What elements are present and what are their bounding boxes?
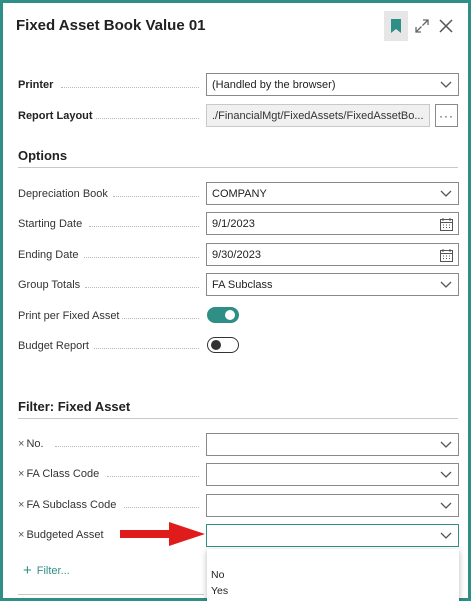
- ending-date-value: 9/30/2023: [212, 248, 261, 261]
- plus-icon: +: [23, 562, 32, 579]
- report-layout-value: ./FinancialMgt/FixedAssets/FixedAssetBo.…: [212, 109, 424, 122]
- budget-report-dots: [94, 348, 199, 349]
- dialog-title: Fixed Asset Book Value 01: [16, 17, 206, 34]
- depreciation-book-dots: [113, 196, 199, 197]
- chevron-down-icon: [439, 187, 453, 201]
- print-per-fixed-asset-label: Print per Fixed Asset: [18, 310, 120, 322]
- options-divider: [18, 167, 458, 168]
- printer-label: Printer: [18, 79, 54, 91]
- expand-button[interactable]: [410, 11, 434, 41]
- bookmark-button[interactable]: [384, 11, 408, 41]
- dropdown-option-yes[interactable]: Yes: [211, 585, 228, 597]
- chevron-down-icon: [439, 529, 453, 543]
- expand-icon: [415, 19, 429, 33]
- report-request-dialog: Fixed Asset Book Value 01 Printer (Handl…: [0, 0, 471, 601]
- clear-filter-icon[interactable]: ×: [18, 468, 24, 480]
- ending-date-dots: [84, 257, 199, 258]
- printer-dots: [61, 87, 199, 88]
- depreciation-book-label: Depreciation Book: [18, 188, 108, 200]
- filter-fa-subclass-dots: [124, 507, 199, 508]
- filter-budgeted-asset-label: × Budgeted Asset: [18, 529, 104, 541]
- close-icon: [439, 19, 453, 33]
- calendar-icon[interactable]: [439, 248, 453, 262]
- bottom-divider: [18, 594, 204, 595]
- group-totals-value: FA Subclass: [212, 278, 273, 291]
- calendar-icon[interactable]: [439, 217, 453, 231]
- bookmark-icon: [391, 19, 401, 33]
- starting-date-input[interactable]: 9/1/2023: [206, 212, 459, 235]
- depreciation-book-select[interactable]: COMPANY: [206, 182, 459, 205]
- group-totals-dots: [85, 287, 199, 288]
- filter-heading: Filter: Fixed Asset: [18, 399, 131, 414]
- group-totals-label: Group Totals: [18, 279, 81, 291]
- toggle-knob: [225, 310, 235, 320]
- ending-date-input[interactable]: 9/30/2023: [206, 243, 459, 266]
- chevron-down-icon: [439, 438, 453, 452]
- toggle-knob: [211, 339, 221, 350]
- filter-no-dots: [55, 446, 199, 447]
- filter-no-text: No.: [26, 438, 44, 450]
- chevron-down-icon: [439, 499, 453, 513]
- report-layout-field: ./FinancialMgt/FixedAssets/FixedAssetBo.…: [206, 104, 430, 127]
- printer-value: (Handled by the browser): [212, 78, 336, 91]
- filter-fa-class-dots: [107, 476, 199, 477]
- chevron-down-icon: [439, 278, 453, 292]
- filter-fa-class-label: × FA Class Code: [18, 468, 99, 480]
- add-filter-text: Filter...: [36, 564, 70, 577]
- filter-fa-class-text: FA Class Code: [26, 468, 100, 480]
- dropdown-option-no[interactable]: No: [211, 569, 224, 581]
- depreciation-book-value: COMPANY: [212, 187, 267, 200]
- group-totals-select[interactable]: FA Subclass: [206, 273, 459, 296]
- filter-fa-subclass-text: FA Subclass Code: [26, 499, 117, 511]
- options-heading: Options: [18, 148, 68, 163]
- close-button[interactable]: [434, 11, 458, 41]
- add-filter-link[interactable]: + Filter...: [23, 563, 70, 578]
- budget-report-toggle[interactable]: [207, 337, 239, 353]
- clear-filter-icon[interactable]: ×: [18, 529, 24, 541]
- clear-filter-icon[interactable]: ×: [18, 438, 24, 450]
- report-layout-label: Report Layout: [18, 110, 93, 122]
- starting-date-label: Starting Date: [18, 218, 83, 230]
- filter-budgeted-asset-text: Budgeted Asset: [26, 529, 104, 541]
- clear-filter-icon[interactable]: ×: [18, 499, 24, 511]
- report-layout-more-button[interactable]: ···: [435, 104, 458, 127]
- filter-no-label: × No.: [18, 438, 44, 450]
- chevron-down-icon: [439, 78, 453, 92]
- filter-budgeted-asset-select[interactable]: [206, 524, 459, 547]
- annotation-arrow-shaft: [120, 530, 172, 538]
- filter-fa-class-select[interactable]: [206, 463, 459, 486]
- chevron-down-icon: [439, 468, 453, 482]
- filter-divider: [18, 418, 458, 419]
- starting-date-dots: [89, 226, 199, 227]
- print-per-fixed-asset-toggle[interactable]: [207, 307, 239, 323]
- filter-no-select[interactable]: [206, 433, 459, 456]
- budget-report-label: Budget Report: [18, 340, 89, 352]
- annotation-arrow-head: [169, 522, 205, 546]
- report-layout-dots: [96, 118, 199, 119]
- filter-fa-subclass-select[interactable]: [206, 494, 459, 517]
- print-per-fixed-asset-dots: [122, 318, 199, 319]
- printer-select[interactable]: (Handled by the browser): [206, 73, 459, 96]
- budgeted-asset-dropdown: No Yes: [207, 549, 459, 601]
- filter-fa-subclass-label: × FA Subclass Code: [18, 499, 116, 511]
- ending-date-label: Ending Date: [18, 249, 79, 261]
- starting-date-value: 9/1/2023: [212, 217, 255, 230]
